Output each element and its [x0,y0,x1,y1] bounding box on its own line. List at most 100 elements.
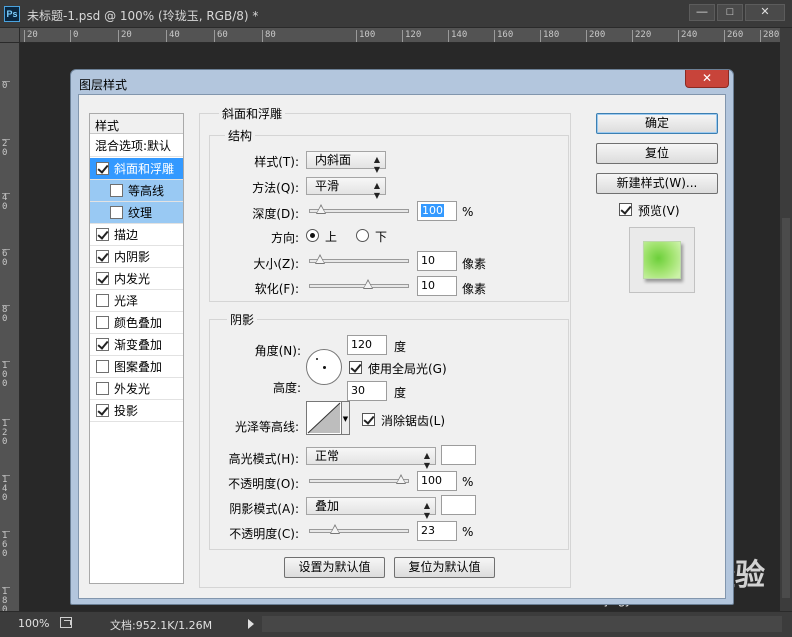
status-menu-arrow-icon[interactable] [248,619,254,629]
highlight-mode-label: 高光模式(H): [228,452,299,466]
drop-shadow-checkbox[interactable] [96,404,109,417]
direction-up-radio[interactable] [306,229,319,242]
blending-options-item[interactable]: 混合选项:默认 [90,135,183,157]
vertical-scrollbar[interactable] [780,28,792,611]
depth-input[interactable]: 100 [417,201,457,221]
highlight-mode-select[interactable]: 正常 ▲ ▼ [306,447,436,470]
style-item-contour[interactable]: 等高线 [90,180,183,202]
preview-checkbox[interactable] [619,203,632,216]
slider-knob[interactable] [330,524,340,536]
select-caret-icon: ▲ ▼ [423,451,430,470]
style-item-inner-shadow[interactable]: 内阴影 [90,246,183,268]
reset-to-default-button[interactable]: 复位为默认值 [394,557,495,578]
slider-track [309,529,409,533]
highlight-opacity-slider[interactable] [309,474,409,488]
scrollbar-thumb[interactable] [782,218,790,598]
shadow-mode-select[interactable]: 叠加 ▲ ▼ [306,497,436,520]
shadow-opacity-input[interactable]: 23 [417,521,457,541]
shadow-opacity-slider[interactable] [309,524,409,538]
new-style-button[interactable]: 新建样式(W)... [596,173,718,194]
preview-label: 预览(V) [638,204,680,218]
ok-button[interactable]: 确定 [596,113,718,134]
angle-dial[interactable] [306,349,342,385]
maximize-button[interactable]: □ [717,4,743,21]
bevel-style-select[interactable]: 内斜面 ▲ ▼ [306,151,386,174]
anti-aliased-checkbox[interactable] [362,413,375,426]
outer-glow-checkbox[interactable] [96,382,109,395]
satin-checkbox[interactable] [96,294,109,307]
contour-checkbox[interactable] [110,184,123,197]
zoom-level[interactable]: 100% [18,617,49,630]
style-item-drop-shadow[interactable]: 投影 [90,400,183,422]
layer-style-dialog: 图层样式 ✕ 样式 混合选项:默认 斜面和浮雕 等高线 纹理 描边 内阴影 内发… [70,69,734,605]
depth-slider[interactable] [309,204,409,218]
horizontal-scrollbar[interactable] [262,616,782,632]
highlight-opacity-input[interactable]: 100 [417,471,457,491]
ruler-label: 2 0 [2,139,10,158]
style-item-label: 颜色叠加 [114,316,163,330]
ruler-label: 100 [356,30,375,42]
anti-aliased-label: 消除锯齿(L) [381,414,446,428]
slider-knob[interactable] [316,204,326,216]
bevel-emboss-title: 斜面和浮雕 [219,105,286,122]
style-item-label: 描边 [114,228,139,242]
style-item-color-overlay[interactable]: 颜色叠加 [90,312,183,334]
vertical-ruler[interactable]: 0 2 0 4 0 6 0 8 0 1 0 0 1 2 0 1 4 0 1 6 … [0,43,20,611]
inner-glow-checkbox[interactable] [96,272,109,285]
slider-knob[interactable] [396,474,406,486]
pattern-overlay-checkbox[interactable] [96,360,109,373]
ruler-label: 180 [540,30,559,42]
slider-knob[interactable] [315,254,325,266]
depth-unit: % [462,205,474,219]
minimize-button[interactable]: — [689,4,715,21]
styles-header[interactable]: 样式 [90,114,183,134]
size-input[interactable]: 10 [417,251,457,271]
gloss-contour-picker[interactable] [306,401,342,435]
style-item-label: 内阴影 [114,250,151,264]
export-icon[interactable] [60,617,72,628]
style-item-gradient-overlay[interactable]: 渐变叠加 [90,334,183,356]
style-item-stroke[interactable]: 描边 [90,224,183,246]
ruler-corner[interactable] [0,28,20,43]
technique-value: 平滑 [315,179,340,193]
reset-button[interactable]: 复位 [596,143,718,164]
global-light-checkbox[interactable] [349,361,362,374]
technique-select[interactable]: 平滑 ▲ ▼ [306,177,386,200]
angle-input[interactable]: 120 [347,335,387,355]
soften-unit: 像素 [462,282,487,296]
style-item-texture[interactable]: 纹理 [90,202,183,224]
inner-shadow-checkbox[interactable] [96,250,109,263]
shadow-mode-value: 叠加 [315,499,340,513]
style-item-pattern-overlay[interactable]: 图案叠加 [90,356,183,378]
highlight-opacity-value: 100 [421,474,442,487]
texture-checkbox[interactable] [110,206,123,219]
contour-dropdown-arrow-icon[interactable]: ▼ [342,401,350,435]
color-overlay-checkbox[interactable] [96,316,109,329]
horizontal-ruler[interactable]: 20 0 20 40 60 80 100 120 140 160 180 200… [20,28,780,43]
style-item-bevel-emboss[interactable]: 斜面和浮雕 [90,158,183,180]
bevel-emboss-checkbox[interactable] [96,162,109,175]
direction-down-radio[interactable] [356,229,369,242]
stroke-checkbox[interactable] [96,228,109,241]
style-list: 样式 混合选项:默认 斜面和浮雕 等高线 纹理 描边 内阴影 内发光 光泽 颜色… [89,113,184,584]
soften-input[interactable]: 10 [417,276,457,296]
size-slider[interactable] [309,254,409,268]
altitude-input[interactable]: 30 [347,381,387,401]
gradient-overlay-checkbox[interactable] [96,338,109,351]
ruler-label: 0 [2,81,10,91]
dialog-close-button[interactable]: ✕ [685,70,729,88]
select-caret-icon: ▲ ▼ [423,501,430,520]
highlight-color-swatch[interactable] [441,445,476,465]
close-window-button[interactable]: ✕ [745,4,785,21]
soften-slider[interactable] [309,279,409,293]
make-default-button[interactable]: 设置为默认值 [284,557,385,578]
style-item-label: 纹理 [128,206,153,220]
style-item-inner-glow[interactable]: 内发光 [90,268,183,290]
slider-knob[interactable] [363,279,373,291]
style-item-outer-glow[interactable]: 外发光 [90,378,183,400]
ruler-label: 160 [494,30,513,42]
altitude-value: 30 [351,384,365,397]
status-bar: 100% 文档:952.1K/1.26M [0,611,792,637]
style-item-satin[interactable]: 光泽 [90,290,183,312]
shadow-color-swatch[interactable] [441,495,476,515]
